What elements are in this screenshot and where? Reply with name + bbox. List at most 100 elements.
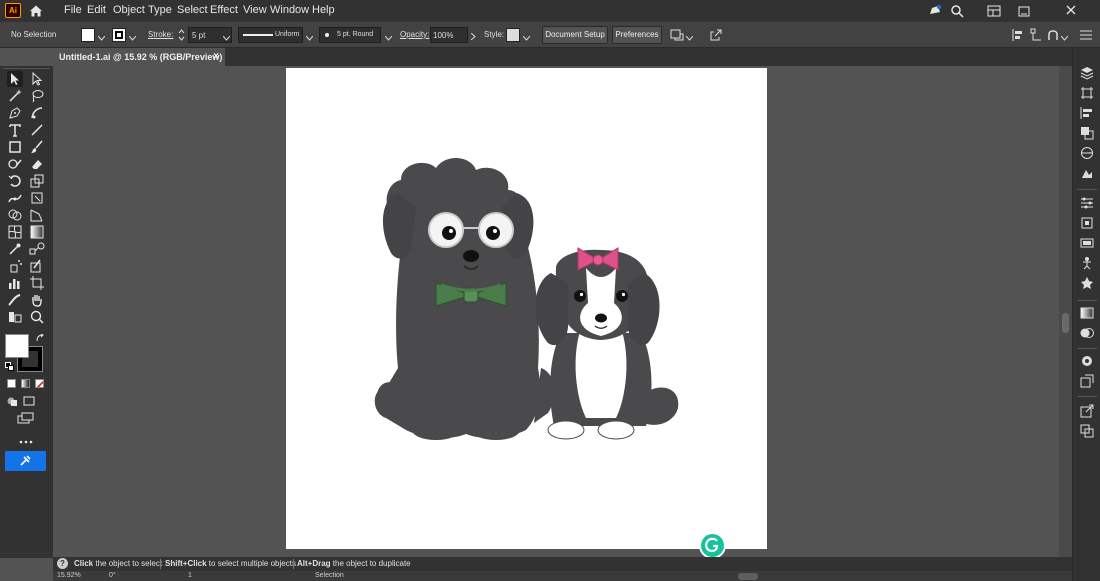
fill-stroke-toggle-icon[interactable] <box>7 309 23 325</box>
align-icon[interactable] <box>1080 106 1094 120</box>
rotation-value[interactable]: 0° <box>109 572 116 579</box>
opacity-field[interactable]: 100% <box>430 27 468 43</box>
fill-color-box[interactable] <box>5 334 29 358</box>
stroke-label[interactable]: Stroke: <box>148 30 173 39</box>
artboard-tool-icon[interactable] <box>29 275 45 291</box>
more-tools-icon[interactable] <box>19 436 33 444</box>
current-tool-status[interactable]: Selection <box>315 572 344 579</box>
envelope-distort-icon[interactable] <box>1047 28 1059 42</box>
menu-effect[interactable]: Effect <box>210 4 238 16</box>
color-icon[interactable] <box>1080 354 1094 368</box>
line-segment-tool-icon[interactable] <box>29 122 45 138</box>
puppet-warp-tool-icon[interactable] <box>7 190 23 206</box>
gradient-panel-icon[interactable] <box>1080 306 1094 320</box>
grammarly-icon[interactable] <box>699 532 726 559</box>
opacity-label[interactable]: Opacity: <box>400 30 429 39</box>
zoom-tool-icon[interactable] <box>29 309 45 325</box>
image-trace-icon[interactable] <box>1080 166 1094 180</box>
preferences-button[interactable]: Preferences <box>612 26 662 44</box>
none-mode-icon[interactable] <box>35 379 44 388</box>
change-screen-mode-icon[interactable] <box>17 412 35 424</box>
color-mode-icon[interactable] <box>7 379 16 388</box>
variable-width-profile[interactable]: Uniform <box>238 27 303 43</box>
export-for-screens-icon[interactable] <box>1080 404 1094 418</box>
document-setup-button[interactable]: Document Setup <box>542 26 608 44</box>
brush-definition[interactable]: 5 pt. Round <box>319 27 381 43</box>
fill-swatch[interactable] <box>81 28 95 42</box>
eyedropper-tool-icon[interactable] <box>7 241 23 257</box>
horizontal-scroll-thumb[interactable] <box>738 573 758 580</box>
graphic-style-swatch[interactable] <box>506 28 520 42</box>
chevron-down-icon[interactable] <box>222 32 231 41</box>
type-tool-icon[interactable] <box>7 122 23 138</box>
menu-help[interactable]: Help <box>312 4 335 16</box>
search-icon[interactable] <box>950 4 964 18</box>
puppet-icon[interactable] <box>1080 256 1094 270</box>
selection-tool-icon[interactable] <box>7 71 23 87</box>
home-icon[interactable] <box>29 4 43 18</box>
perspective-grid-tool-icon[interactable] <box>29 207 45 223</box>
shape-builder-tool-icon[interactable] <box>7 207 23 223</box>
slice-tool-icon[interactable] <box>29 258 45 274</box>
libraries-icon[interactable] <box>1080 216 1094 230</box>
column-graph-tool-icon[interactable] <box>7 275 23 291</box>
chevron-down-icon[interactable] <box>384 32 393 41</box>
curvature-tool-icon[interactable] <box>29 105 45 121</box>
shaper-tool-icon[interactable] <box>7 156 23 172</box>
stroke-swatch[interactable] <box>112 28 126 42</box>
chevron-down-icon[interactable] <box>522 32 531 41</box>
transform-icon[interactable] <box>1030 28 1042 42</box>
dogs-illustration[interactable] <box>286 68 767 549</box>
align-left-icon[interactable] <box>1012 28 1024 42</box>
draw-mode-icon[interactable] <box>6 395 18 407</box>
width-tool-icon[interactable] <box>7 292 23 308</box>
menu-file[interactable]: File <box>64 4 82 16</box>
asset-export-icon[interactable] <box>1080 236 1094 250</box>
rectangle-tool-icon[interactable] <box>7 139 23 155</box>
transform-panel-icon[interactable] <box>1080 424 1094 438</box>
menu-object[interactable]: Object <box>113 4 145 16</box>
mesh-tool-icon[interactable] <box>7 224 23 240</box>
menu-edit[interactable]: Edit <box>87 4 106 16</box>
menu-type[interactable]: Type <box>148 4 172 16</box>
panel-menu-icon[interactable] <box>1080 30 1092 40</box>
swap-fill-stroke-icon[interactable] <box>36 333 45 343</box>
artboard-number[interactable]: 1 <box>188 572 192 579</box>
vertical-scrollbar[interactable] <box>1059 66 1072 557</box>
chevron-right-icon[interactable] <box>470 31 476 41</box>
close-icon[interactable] <box>1064 3 1078 17</box>
magic-wand-tool-icon[interactable] <box>7 88 23 104</box>
screen-mode-icon[interactable] <box>23 395 35 407</box>
scroll-thumb[interactable] <box>1062 313 1069 333</box>
paintbrush-tool-icon[interactable] <box>29 139 45 155</box>
layers-icon[interactable] <box>1080 66 1094 80</box>
menu-window[interactable]: Window <box>270 4 309 16</box>
lasso-tool-icon[interactable] <box>29 88 45 104</box>
symbols-icon[interactable] <box>1080 276 1094 290</box>
arrange-documents-icon[interactable] <box>670 28 684 42</box>
app-logo[interactable]: Ai <box>5 3 21 18</box>
help-icon[interactable]: ? <box>57 558 68 569</box>
eraser-tool-icon[interactable] <box>29 156 45 172</box>
zoom-level[interactable]: 15.92% <box>57 572 81 579</box>
chevron-down-icon[interactable] <box>1060 32 1069 41</box>
default-fill-stroke-icon[interactable] <box>5 362 14 371</box>
rotate-tool-icon[interactable] <box>7 173 23 189</box>
document-tab[interactable]: Untitled-1.ai @ 15.92 % (RGB/Preview) × <box>53 48 225 66</box>
chevron-down-icon[interactable] <box>685 32 694 41</box>
properties-icon[interactable] <box>1080 196 1094 210</box>
discover-icon[interactable] <box>928 4 942 18</box>
chevron-down-icon[interactable] <box>128 32 137 41</box>
gradient-tool-icon[interactable] <box>29 224 45 240</box>
menu-view[interactable]: View <box>243 4 267 16</box>
hand-tool-icon[interactable] <box>29 292 45 308</box>
tab-close-icon[interactable]: × <box>213 48 219 66</box>
transparency-icon[interactable] <box>1080 326 1094 340</box>
scale-tool-icon[interactable] <box>29 173 45 189</box>
edit-toolbar-button[interactable] <box>5 451 46 471</box>
chevron-down-icon[interactable] <box>305 32 314 41</box>
color-guide-icon[interactable] <box>1080 374 1094 388</box>
direct-selection-tool-icon[interactable] <box>29 71 45 87</box>
export-icon[interactable] <box>709 28 723 42</box>
chevron-down-icon[interactable] <box>97 32 106 41</box>
